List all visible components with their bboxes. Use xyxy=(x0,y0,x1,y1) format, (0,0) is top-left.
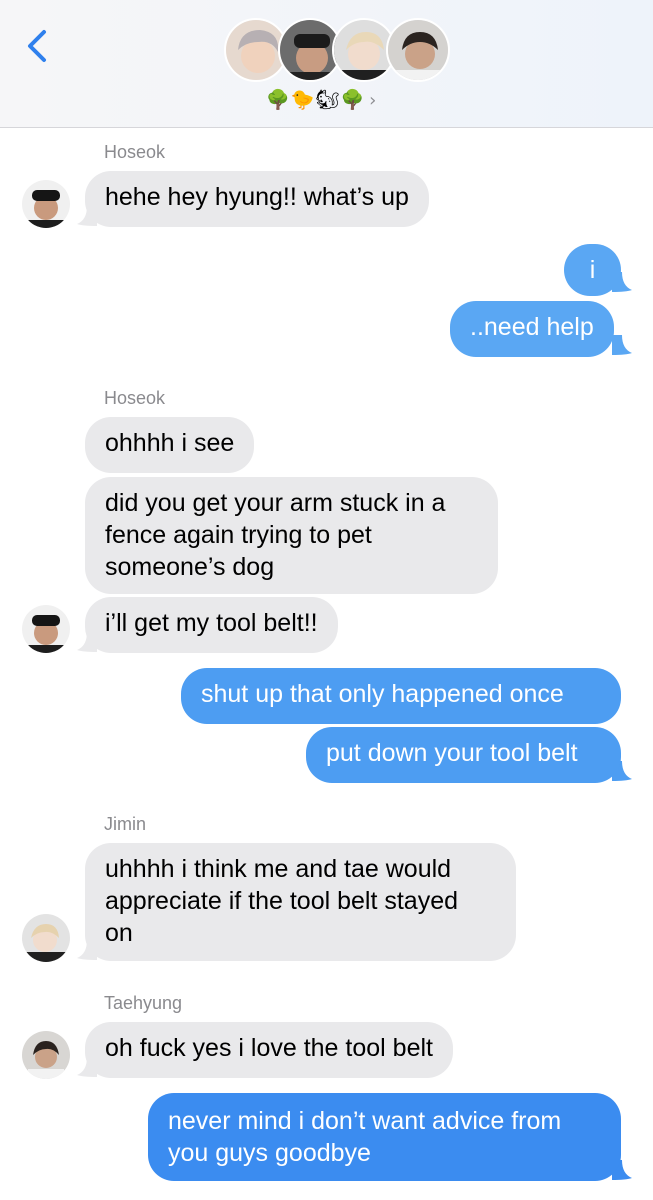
message-text: i xyxy=(589,256,596,284)
sender-name: Hoseok xyxy=(104,142,166,162)
sender-name: Jimin xyxy=(104,814,147,834)
message-text: ohhhh i see xyxy=(105,429,235,457)
message-text: on xyxy=(105,919,133,947)
sent-message[interactable]: shut up that only happened once xyxy=(181,668,621,724)
received-message[interactable]: did you get your arm stuck in a fence ag… xyxy=(85,477,498,594)
message-text: appreciate if the tool belt stayed xyxy=(105,887,459,915)
received-message[interactable]: i’ll get my tool belt!! xyxy=(85,597,338,653)
squirrel-icon: 🐿 xyxy=(315,89,340,111)
message-text: ..need help xyxy=(470,313,594,341)
message-text: someone’s dog xyxy=(105,553,275,581)
sent-message[interactable]: put down your tool belt xyxy=(306,727,621,783)
tree-icon: 🌳 xyxy=(266,89,290,111)
avatar[interactable] xyxy=(22,605,70,653)
received-message[interactable]: ohhhh i see xyxy=(85,417,255,473)
sender-name: Taehyung xyxy=(104,993,183,1013)
chevron-left-icon xyxy=(28,30,46,62)
chevron-right-icon: › xyxy=(369,89,377,111)
message-text: oh fuck yes i love the tool belt xyxy=(105,1034,433,1062)
back-button[interactable] xyxy=(20,24,54,68)
avatar[interactable] xyxy=(22,1031,70,1079)
sent-message[interactable]: never mind i don’t want advice from you … xyxy=(148,1093,621,1181)
sent-message[interactable]: ..need help xyxy=(450,301,614,357)
received-message[interactable]: uhhhh i think me and tae would appreciat… xyxy=(85,843,516,961)
avatar[interactable] xyxy=(22,180,70,228)
message-text: uhhhh i think me and tae would xyxy=(105,855,452,883)
message-text: you guys goodbye xyxy=(168,1139,371,1167)
bubble-tail xyxy=(612,335,632,355)
group-avatar xyxy=(386,18,450,82)
message-text: i’ll get my tool belt!! xyxy=(105,609,318,637)
message-text: never mind i don’t want advice from xyxy=(168,1107,562,1135)
chick-icon: 🐤 xyxy=(290,89,315,111)
message-text: fence again trying to pet xyxy=(105,521,372,549)
received-message[interactable]: oh fuck yes i love the tool belt xyxy=(85,1022,453,1078)
message-text: hehe hey hyung!! what’s up xyxy=(105,183,409,211)
group-avatars[interactable] xyxy=(224,18,450,84)
message-text: put down your tool belt xyxy=(326,739,578,767)
conversation-header: 🌳 🐤 🐿 🌳 › xyxy=(0,0,653,128)
tree-icon: 🌳 xyxy=(340,89,365,111)
sent-message[interactable]: i xyxy=(564,244,621,296)
group-info-button[interactable]: 🌳 🐤 🐿 🌳 › xyxy=(266,88,376,112)
received-message[interactable]: hehe hey hyung!! what’s up xyxy=(85,171,429,227)
sender-name: Hoseok xyxy=(104,388,166,408)
message-text: shut up that only happened once xyxy=(201,680,564,708)
avatar[interactable] xyxy=(22,914,70,962)
message-text: did you get your arm stuck in a xyxy=(105,489,446,517)
